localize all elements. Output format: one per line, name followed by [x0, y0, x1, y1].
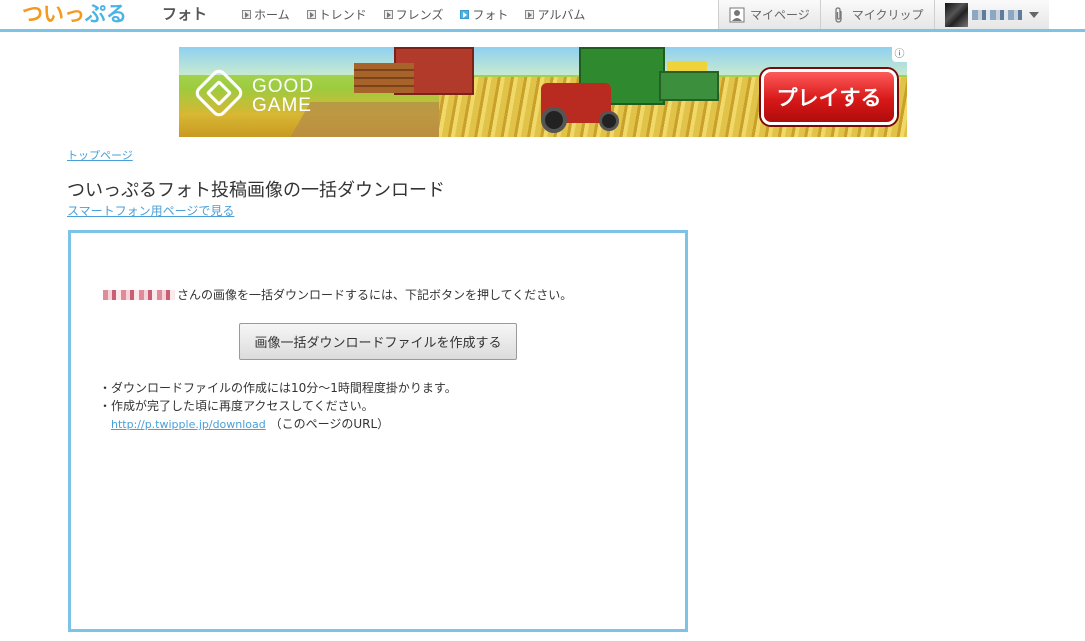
nav-item-friends[interactable]: フレンズ [383, 6, 444, 23]
caret-down-icon [1028, 11, 1039, 18]
nav-item-home[interactable]: ホーム [242, 6, 290, 23]
username-redacted [103, 289, 175, 300]
nav-arrow-icon [306, 10, 316, 19]
intro-text-line: さんの画像を一括ダウンロードするには、下記ボタンを押してください。 [103, 286, 572, 303]
nav-item-label: アルバム [537, 8, 586, 22]
top-header: ついっぷる フォト ホーム トレンド フレンズ フォト アルバム マイページ マ… [0, 0, 1085, 32]
ad-tractor-wheel [599, 111, 619, 131]
user-account-button[interactable] [933, 0, 1049, 29]
ad-play-button[interactable]: プレイする [761, 69, 897, 125]
nav-item-trend[interactable]: トレンド [306, 6, 367, 23]
create-download-file-button[interactable]: 画像一括ダウンロードファイルを作成する [239, 323, 517, 360]
notes: ・ダウンロードファイルの作成には10分〜1時間程度掛かります。 ・作成が完了した… [99, 379, 457, 434]
ad-wagon [659, 71, 719, 101]
nav-arrow-icon [460, 10, 470, 19]
nav-arrow-icon [242, 10, 251, 19]
person-icon [729, 7, 745, 22]
note-duration: ・ダウンロードファイルの作成には10分〜1時間程度掛かります。 [99, 381, 457, 395]
nav-arrow-icon [383, 10, 393, 19]
user-menu: マイページ マイクリップ [718, 0, 1049, 29]
logo-part-2: ぷる [85, 2, 127, 26]
ad-crates [354, 63, 414, 93]
download-panel: さんの画像を一括ダウンロードするには、下記ボタンを押してください。 画像一括ダウ… [68, 230, 688, 632]
nav-item-photo[interactable]: フォト [460, 6, 508, 23]
ad-brand-line-1: GOOD [252, 76, 315, 97]
mypage-button[interactable]: マイページ [718, 0, 820, 29]
section-title: フォト [162, 5, 208, 23]
breadcrumb-top-page[interactable]: トップページ [67, 147, 133, 163]
nav-item-album[interactable]: アルバム [525, 6, 585, 23]
paperclip-icon [835, 6, 842, 23]
url-line: http://p.twipple.jp/download （このページのURL） [99, 415, 457, 434]
download-page-url-link[interactable]: http://p.twipple.jp/download [111, 418, 266, 431]
ad-info-icon[interactable]: ⓘ [892, 47, 907, 62]
mypage-label: マイページ [750, 8, 810, 22]
logo-part-1: ついっ [22, 2, 85, 26]
nav-item-label: ホーム [254, 8, 290, 22]
ad-brand-line-2: GAME [252, 95, 312, 116]
note-revisit: ・作成が完了した頃に再度アクセスしてください。 [99, 399, 374, 413]
ad-brand-text: GOOD GAME [252, 77, 314, 115]
username-redacted [972, 9, 1022, 20]
page-title: ついっぷるフォト投稿画像の一括ダウンロード [67, 180, 445, 201]
nav-item-label: フォト [472, 8, 509, 22]
ad-banner[interactable]: GOOD GAME プレイする ⓘ [179, 47, 907, 137]
main-nav: ホーム トレンド フレンズ フォト アルバム [242, 0, 602, 29]
nav-item-label: トレンド [318, 8, 367, 22]
nav-arrow-icon [525, 10, 535, 19]
intro-text: さんの画像を一括ダウンロードするには、下記ボタンを押してください。 [177, 288, 573, 302]
smartphone-page-link[interactable]: スマートフォン用ページで見る [67, 202, 234, 219]
url-suffix: （このページのURL） [269, 417, 390, 431]
avatar [944, 2, 969, 27]
ad-tractor-wheel [541, 107, 567, 133]
nav-item-label: フレンズ [395, 8, 444, 22]
myclip-label: マイクリップ [851, 8, 924, 22]
site-logo[interactable]: ついっぷる [22, 0, 127, 29]
myclip-button[interactable]: マイクリップ [819, 0, 934, 29]
